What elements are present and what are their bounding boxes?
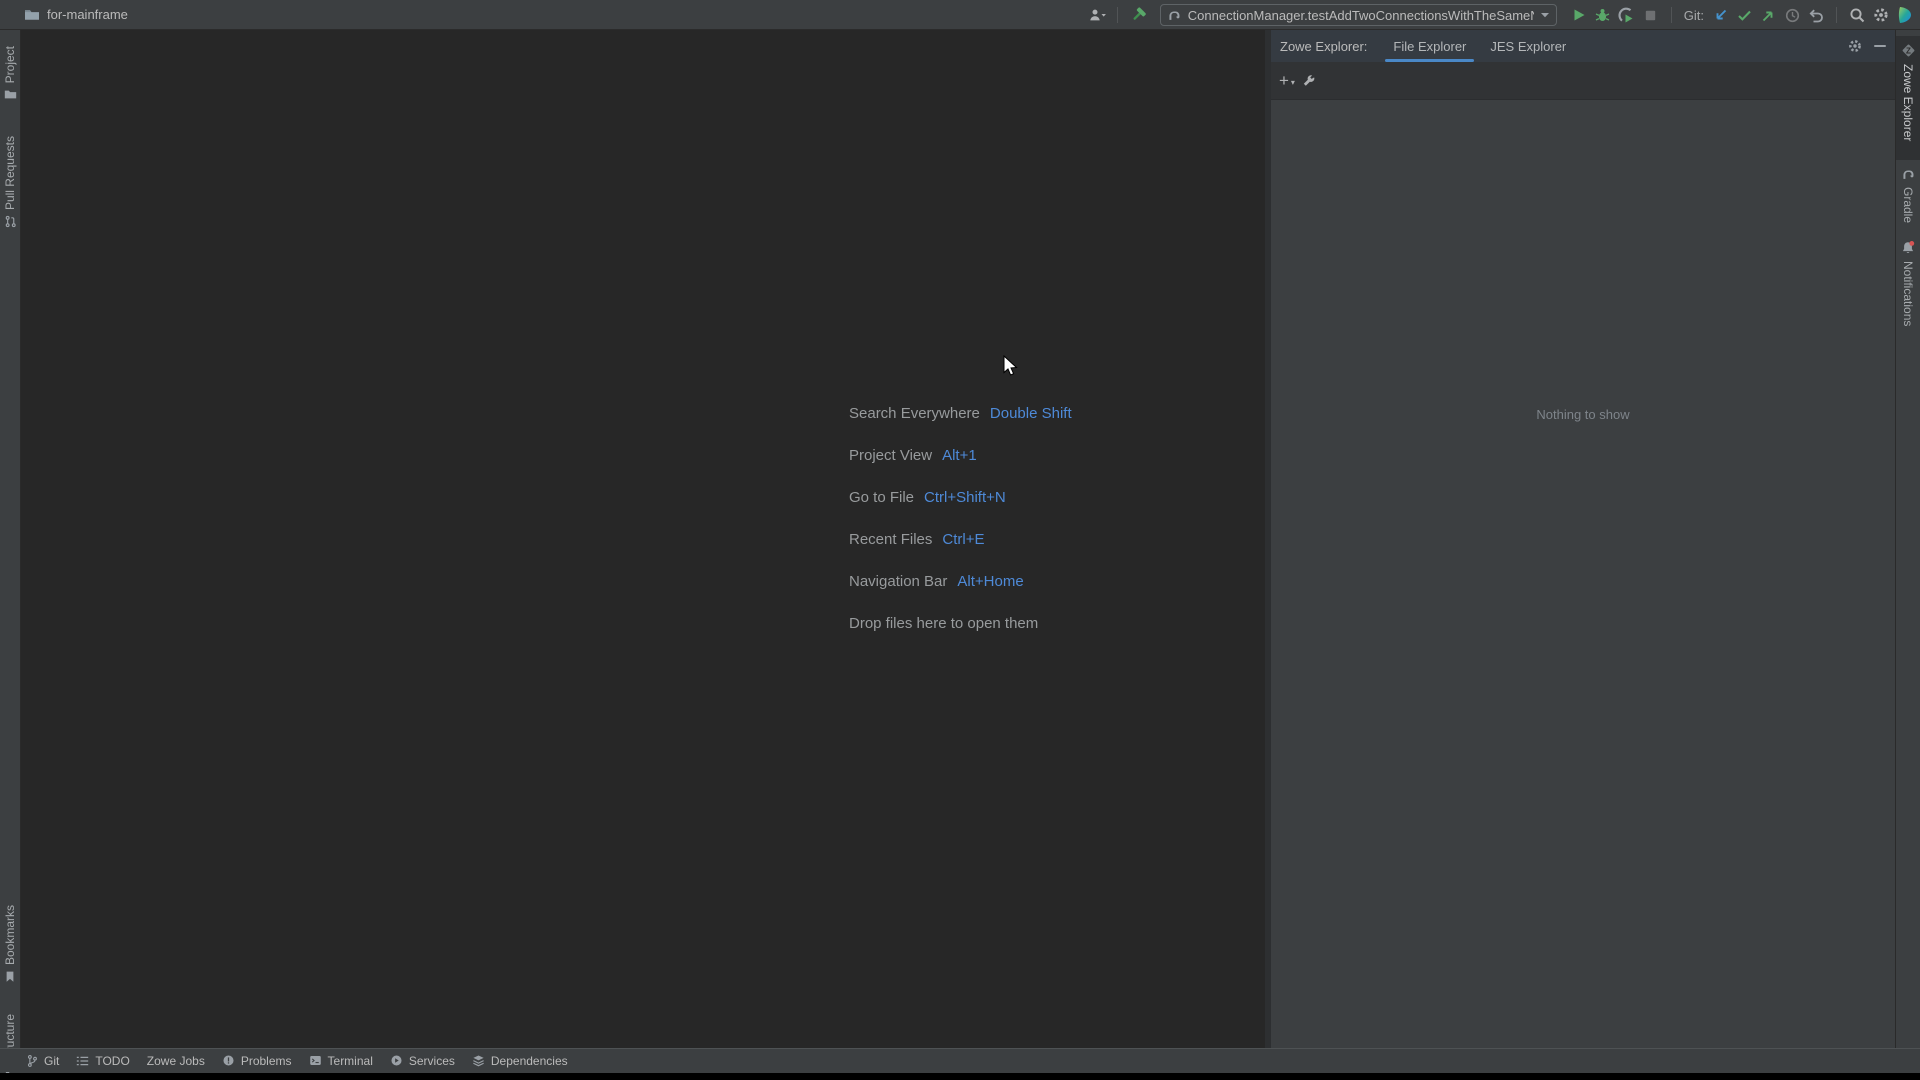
history-icon bbox=[1780, 3, 1804, 27]
main-toolbar: for-mainframe ConnectionManager.testAddT… bbox=[0, 0, 1920, 30]
statusbar-problems[interactable]: Problems bbox=[222, 1054, 292, 1068]
statusbar-zowe-jobs[interactable]: Zowe Jobs bbox=[147, 1054, 205, 1068]
zowe-icon: Z bbox=[1900, 42, 1917, 59]
run-button[interactable] bbox=[1567, 3, 1591, 27]
gradle-icon bbox=[1167, 8, 1182, 23]
statusbar-dependencies[interactable]: Dependencies bbox=[472, 1054, 568, 1068]
wrench-settings-icon[interactable] bbox=[1301, 73, 1316, 88]
add-connection-button[interactable]: + ▾ bbox=[1279, 72, 1295, 89]
statusbar-services[interactable]: Services bbox=[390, 1054, 455, 1068]
stripe-pull-requests-label: Pull Requests bbox=[3, 136, 17, 211]
git-update-icon[interactable] bbox=[1708, 3, 1732, 27]
statusbar-terminal[interactable]: Terminal bbox=[309, 1054, 373, 1068]
stripe-zowe-explorer[interactable]: Z Zowe Explorer bbox=[1896, 42, 1920, 141]
keyboard-shortcuts-hints: Search Everywhere Double Shift Project V… bbox=[849, 404, 1072, 634]
tool-window-header: Zowe Explorer: File Explorer JES Explore… bbox=[1271, 30, 1895, 62]
bookmark-icon bbox=[4, 970, 16, 983]
build-hammer-icon[interactable] bbox=[1126, 3, 1150, 27]
toolbar-separator bbox=[1836, 7, 1837, 23]
project-name: for-mainframe bbox=[47, 7, 128, 22]
coverage-button[interactable] bbox=[1615, 3, 1639, 27]
stripe-pull-requests[interactable]: Pull Requests bbox=[0, 136, 20, 228]
empty-state-text: Nothing to show bbox=[1536, 407, 1630, 422]
stop-button bbox=[1639, 3, 1663, 27]
git-label: Git: bbox=[1683, 7, 1704, 23]
rollback-icon[interactable] bbox=[1804, 3, 1828, 27]
toolbar-separator bbox=[1670, 7, 1672, 23]
toolbar-separator bbox=[1116, 7, 1118, 23]
status-bar: Git TODO Zowe Jobs Problems Terminal Ser… bbox=[0, 1048, 1920, 1072]
shortcut-row: Navigation Bar Alt+Home bbox=[849, 573, 1024, 590]
statusbar-todo[interactable]: TODO bbox=[76, 1054, 130, 1068]
run-configuration-name: ConnectionManager.testAddTwoConnectionsW… bbox=[1187, 7, 1534, 23]
pull-request-icon bbox=[4, 215, 17, 228]
todo-icon bbox=[76, 1055, 89, 1067]
user-account-icon[interactable] bbox=[1085, 3, 1109, 27]
stripe-bookmarks[interactable]: Bookmarks bbox=[0, 905, 20, 983]
problems-icon bbox=[222, 1054, 235, 1067]
stripe-project-label: Project bbox=[3, 46, 17, 84]
git-push-icon[interactable] bbox=[1756, 3, 1780, 27]
terminal-icon bbox=[309, 1054, 322, 1067]
statusbar-git[interactable]: Git bbox=[26, 1054, 59, 1068]
chevron-down-icon bbox=[1540, 11, 1550, 19]
right-tool-stripe: Z Zowe Explorer Gradle Notifications bbox=[1895, 30, 1920, 1072]
shortcut-row: Go to File Ctrl+Shift+N bbox=[849, 489, 1006, 506]
stripe-notifications-label: Notifications bbox=[1901, 261, 1915, 327]
svg-text:Z: Z bbox=[1906, 47, 1911, 56]
tool-window-gear-icon[interactable] bbox=[1847, 38, 1863, 54]
bell-icon bbox=[1900, 240, 1916, 256]
stripe-gradle[interactable]: Gradle bbox=[1896, 167, 1920, 223]
stripe-bookmarks-label: Bookmarks bbox=[3, 905, 17, 966]
zowe-explorer-tool-window: Zowe Explorer: File Explorer JES Explore… bbox=[1271, 30, 1895, 1048]
stripe-zowe-explorer-label: Zowe Explorer bbox=[1901, 64, 1915, 142]
tool-window-toolbar: + ▾ bbox=[1271, 62, 1895, 100]
shortcut-row: Project View Alt+1 bbox=[849, 447, 977, 464]
tab-file-explorer[interactable]: File Explorer bbox=[1381, 30, 1478, 62]
tab-jes-explorer[interactable]: JES Explorer bbox=[1478, 30, 1578, 62]
folder-icon bbox=[4, 88, 17, 101]
left-tool-stripe: Project Pull Requests Bookmarks Structur… bbox=[0, 30, 21, 1078]
window-bottom-edge bbox=[0, 1073, 1920, 1080]
editor-empty-area: Search Everywhere Double Shift Project V… bbox=[21, 30, 1265, 1048]
run-configuration-combo[interactable]: ConnectionManager.testAddTwoConnectionsW… bbox=[1159, 4, 1557, 26]
services-icon bbox=[390, 1054, 403, 1067]
gradle-icon bbox=[1901, 167, 1916, 182]
plugin-gradient-icon[interactable] bbox=[1893, 3, 1917, 27]
stripe-gradle-label: Gradle bbox=[1901, 187, 1915, 224]
settings-gear-icon[interactable] bbox=[1869, 3, 1893, 27]
ide-window: for-mainframe ConnectionManager.testAddT… bbox=[0, 0, 1920, 1080]
search-icon[interactable] bbox=[1845, 3, 1869, 27]
shortcut-row: Recent Files Ctrl+E bbox=[849, 531, 985, 548]
chevron-down-icon: ▾ bbox=[1290, 78, 1295, 87]
git-branch-icon bbox=[26, 1054, 38, 1068]
debug-button[interactable] bbox=[1591, 3, 1615, 27]
mouse-cursor bbox=[1003, 354, 1020, 384]
project-widget[interactable]: for-mainframe bbox=[24, 7, 128, 23]
folder-icon bbox=[24, 7, 40, 23]
shortcut-row-drop-files: Drop files here to open them bbox=[849, 615, 1039, 632]
dependencies-icon bbox=[472, 1054, 485, 1067]
hide-tool-window-icon[interactable] bbox=[1873, 39, 1887, 53]
tool-window-title: Zowe Explorer: bbox=[1280, 38, 1368, 54]
git-commit-icon[interactable] bbox=[1732, 3, 1756, 27]
stripe-notifications[interactable]: Notifications bbox=[1896, 240, 1920, 326]
stripe-project[interactable]: Project bbox=[0, 46, 20, 101]
shortcut-row: Search Everywhere Double Shift bbox=[849, 405, 1072, 422]
